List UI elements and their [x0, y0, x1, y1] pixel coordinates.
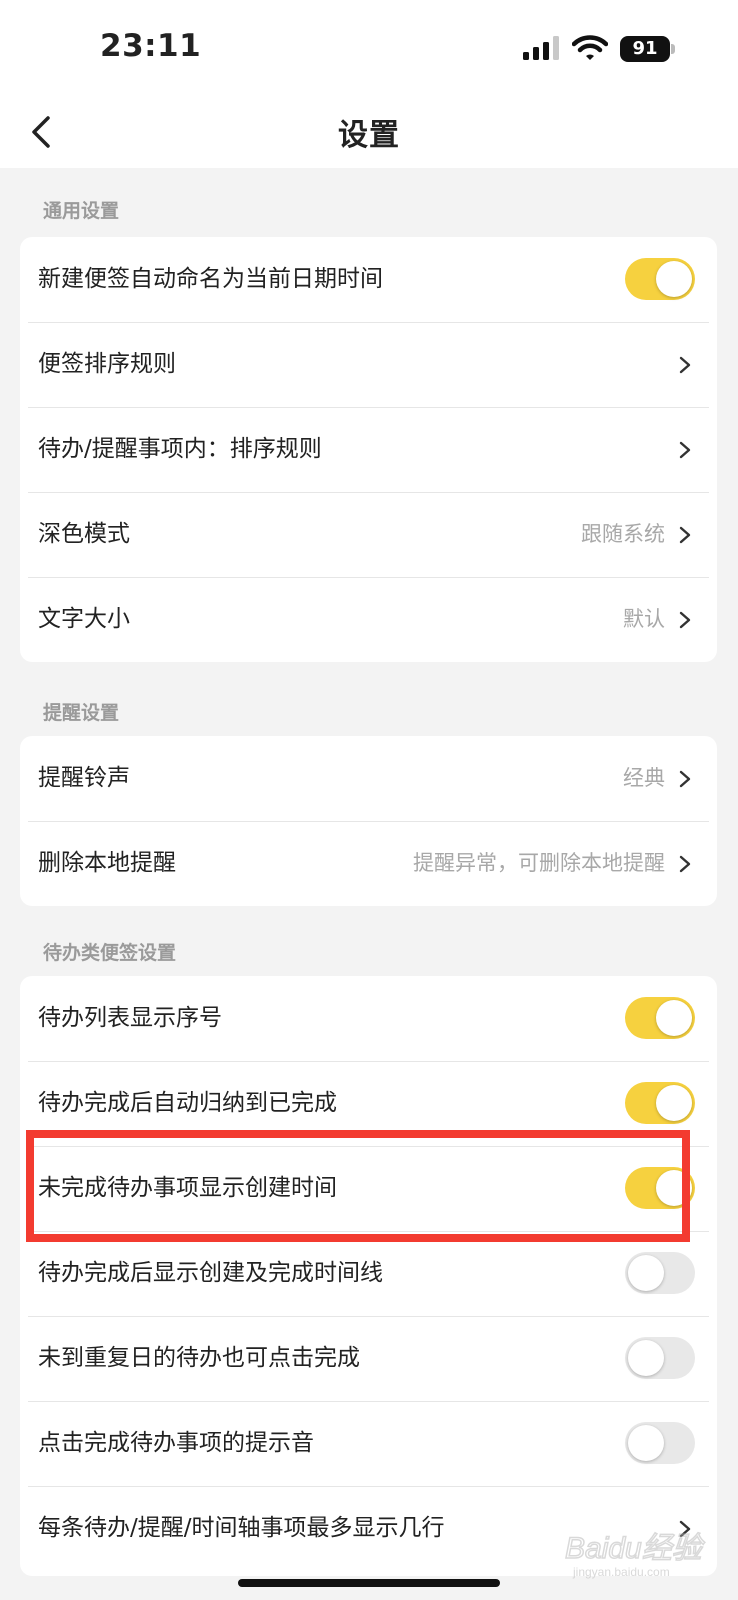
- setting-value: 提醒异常，可删除本地提醒: [413, 851, 665, 875]
- chevron-right-icon: [679, 611, 691, 629]
- battery-cap: [671, 44, 675, 54]
- wifi-icon: [572, 35, 608, 60]
- toggle-knob: [628, 1425, 664, 1461]
- toggle-knob: [656, 1085, 692, 1121]
- home-indicator: [238, 1579, 500, 1587]
- status-time: 23:11: [100, 28, 202, 64]
- setting-complete-sound[interactable]: 点击完成待办事项的提示音: [20, 1401, 717, 1486]
- setting-label: 便签排序规则: [38, 351, 176, 377]
- setting-value: 经典: [623, 766, 665, 790]
- setting-dark-mode[interactable]: 深色模式 跟随系统: [20, 492, 717, 577]
- auto-name-toggle[interactable]: [625, 258, 695, 300]
- show-timeline-toggle[interactable]: [625, 1252, 695, 1294]
- reminder-settings-card: 提醒铃声 经典 删除本地提醒 提醒异常，可删除本地提醒: [20, 736, 717, 906]
- setting-font-size[interactable]: 文字大小 默认: [20, 577, 717, 662]
- cellular-signal-icon: [523, 36, 559, 60]
- status-bar: 23:11 91: [0, 0, 738, 96]
- battery-icon: 91: [620, 36, 670, 62]
- setting-repeat-complete[interactable]: 未到重复日的待办也可点击完成: [20, 1316, 717, 1401]
- page-title: 设置: [338, 118, 400, 153]
- toggle-knob: [656, 261, 692, 297]
- setting-label: 待办列表显示序号: [38, 1005, 222, 1031]
- section-title-todo: 待办类便签设置: [43, 942, 177, 964]
- svg-text:jingyan.baidu.com: jingyan.baidu.com: [572, 1565, 670, 1579]
- setting-show-index[interactable]: 待办列表显示序号: [20, 976, 717, 1061]
- chevron-right-icon: [679, 526, 691, 544]
- show-created-time-toggle[interactable]: [625, 1167, 695, 1209]
- setting-delete-local-reminder[interactable]: 删除本地提醒 提醒异常，可删除本地提醒: [20, 821, 717, 906]
- toggle-knob: [628, 1340, 664, 1376]
- setting-label: 待办/提醒事项内：排序规则: [38, 436, 322, 462]
- chevron-right-icon: [679, 855, 691, 873]
- chevron-right-icon: [679, 770, 691, 788]
- setting-todo-sort[interactable]: 待办/提醒事项内：排序规则: [20, 407, 717, 492]
- setting-label: 提醒铃声: [38, 765, 130, 791]
- section-title-general: 通用设置: [43, 200, 120, 222]
- section-title-reminder: 提醒设置: [43, 702, 120, 724]
- complete-sound-toggle[interactable]: [625, 1422, 695, 1464]
- chevron-right-icon: [679, 356, 691, 374]
- show-index-toggle[interactable]: [625, 997, 695, 1039]
- setting-label: 点击完成待办事项的提示音: [38, 1430, 314, 1456]
- toggle-knob: [656, 1170, 692, 1206]
- setting-label: 删除本地提醒: [38, 850, 176, 876]
- todo-settings-card: 待办列表显示序号 待办完成后自动归纳到已完成 未完成待办事项显示创建时间 待办完…: [20, 976, 717, 1576]
- setting-label: 待办完成后显示创建及完成时间线: [38, 1260, 383, 1286]
- nav-bar: 设置: [0, 96, 738, 168]
- setting-auto-name[interactable]: 新建便签自动命名为当前日期时间: [20, 237, 717, 322]
- chevron-right-icon: [679, 441, 691, 459]
- setting-label: 待办完成后自动归纳到已完成: [38, 1090, 337, 1116]
- setting-note-sort[interactable]: 便签排序规则: [20, 322, 717, 407]
- repeat-complete-toggle[interactable]: [625, 1337, 695, 1379]
- baidu-watermark-logo: Baidu经验 jingyan.baidu.com: [565, 1531, 706, 1579]
- setting-label: 文字大小: [38, 606, 130, 632]
- setting-label: 未到重复日的待办也可点击完成: [38, 1345, 360, 1371]
- setting-label: 未完成待办事项显示创建时间: [38, 1175, 337, 1201]
- setting-label: 每条待办/提醒/时间轴事项最多显示几行: [38, 1515, 445, 1541]
- setting-auto-archive[interactable]: 待办完成后自动归纳到已完成: [20, 1061, 717, 1146]
- setting-ringtone[interactable]: 提醒铃声 经典: [20, 736, 717, 821]
- setting-show-created-time[interactable]: 未完成待办事项显示创建时间: [20, 1146, 717, 1231]
- setting-show-timeline[interactable]: 待办完成后显示创建及完成时间线: [20, 1231, 717, 1316]
- general-settings-card: 新建便签自动命名为当前日期时间 便签排序规则 待办/提醒事项内：排序规则 深色模…: [20, 237, 717, 662]
- setting-value: 跟随系统: [581, 522, 665, 546]
- svg-text:Baidu经验: Baidu经验: [565, 1532, 706, 1565]
- setting-value: 默认: [623, 607, 665, 631]
- toggle-knob: [628, 1255, 664, 1291]
- auto-archive-toggle[interactable]: [625, 1082, 695, 1124]
- setting-label: 新建便签自动命名为当前日期时间: [38, 266, 383, 292]
- toggle-knob: [656, 1000, 692, 1036]
- setting-label: 深色模式: [38, 521, 130, 547]
